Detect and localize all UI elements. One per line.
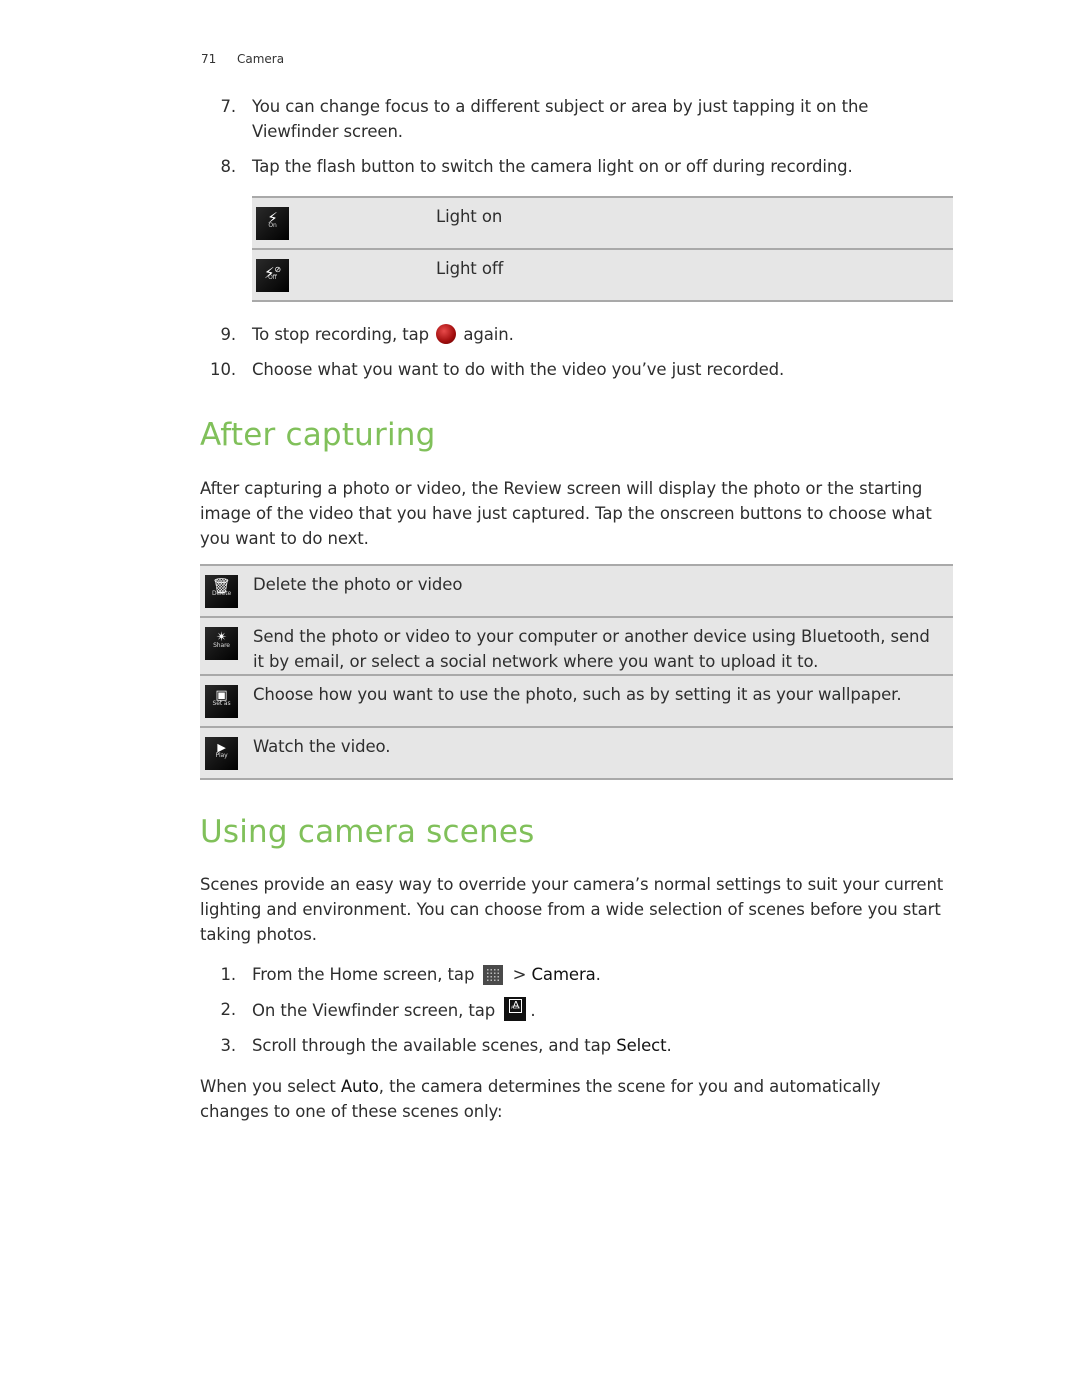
step-number: 7. xyxy=(220,97,236,116)
page-number: 71 xyxy=(201,52,217,66)
step-text: again. xyxy=(463,325,514,344)
all-apps-icon xyxy=(483,965,504,985)
table-row: 🗑︎ Delete Delete the photo or video xyxy=(200,565,953,617)
step-9: 9. To stop recording, tap again. xyxy=(200,322,960,347)
step-text: Choose what you want to do with the vide… xyxy=(252,360,785,379)
scene-step-3: 3. Scroll through the available scenes, … xyxy=(200,1033,960,1058)
ui-term-auto: Auto xyxy=(340,1077,379,1096)
play-icon: ▶︎ Play xyxy=(205,737,238,770)
action-description: Send the photo or video to your computer… xyxy=(253,627,930,671)
step-text: From the Home screen, tap xyxy=(252,965,475,984)
after-capturing-intro: After capturing a photo or video, the Re… xyxy=(200,479,932,548)
step-number: 9. xyxy=(220,325,236,344)
step-number: 3. xyxy=(220,1036,236,1055)
share-icon: ✴︎ Share xyxy=(205,627,238,660)
table-row: ▣ Set as Choose how you want to use the p… xyxy=(200,675,953,727)
action-description: Delete the photo or video xyxy=(253,575,463,594)
step-text: On the Viewfinder screen, tap xyxy=(252,1001,496,1020)
step-number: 2. xyxy=(220,1000,236,1019)
table-row: ✴︎ Share Send the photo or video to your … xyxy=(200,617,953,675)
ui-term-camera: Camera xyxy=(531,965,596,984)
step-7: 7. You can change focus to a different s… xyxy=(200,94,960,144)
record-button-icon xyxy=(436,324,457,344)
delete-icon: 🗑︎ Delete xyxy=(205,575,238,608)
step-text: Tap the flash button to switch the camer… xyxy=(252,157,853,176)
section-heading-after-capturing: After capturing xyxy=(200,417,436,453)
set-as-icon: ▣ Set as xyxy=(205,685,238,718)
step-number: 8. xyxy=(220,157,236,176)
auto-scene-icon: A Auto xyxy=(504,997,527,1021)
camera-scenes-intro: Scenes provide an easy way to override y… xyxy=(200,875,944,944)
step-number: 1. xyxy=(220,965,236,984)
review-actions-table: 🗑︎ Delete Delete the photo or video ✴︎ Sha… xyxy=(200,564,953,780)
step-text: To stop recording, tap xyxy=(252,325,430,344)
camera-scenes-outro: When you select Auto, the camera determi… xyxy=(200,1077,881,1121)
table-row: ▶︎ Play Watch the video. xyxy=(200,727,953,779)
flash-mode-table: ⚡︎ On Light on ⚡︎⊘ Off Light off xyxy=(252,196,953,302)
flash-off-icon: ⚡︎⊘ Off xyxy=(256,259,289,292)
running-header: 71 Camera xyxy=(201,52,284,66)
action-description: Choose how you want to use the photo, su… xyxy=(253,685,902,704)
step-8: 8. Tap the flash button to switch the ca… xyxy=(200,154,960,179)
step-text: You can change focus to a different subj… xyxy=(252,97,869,141)
ui-term-select: Select xyxy=(616,1036,667,1055)
flash-mode-label: Light off xyxy=(436,259,504,278)
table-row: ⚡︎⊘ Off Light off xyxy=(252,249,953,301)
chapter-title: Camera xyxy=(237,52,285,66)
flash-on-icon: ⚡︎ On xyxy=(256,207,289,240)
step-text: > xyxy=(512,965,532,984)
section-heading-camera-scenes: Using camera scenes xyxy=(200,814,535,850)
step-number: 10. xyxy=(210,360,236,379)
scene-step-2: 2. On the Viewfinder screen, tap A Auto. xyxy=(200,997,960,1022)
flash-mode-label: Light on xyxy=(436,207,503,226)
scene-step-1: 1. From the Home screen, tap > Camera. xyxy=(200,962,960,987)
step-text: Scroll through the available scenes, and… xyxy=(252,1036,617,1055)
action-description: Watch the video. xyxy=(253,737,391,756)
step-10: 10. Choose what you want to do with the … xyxy=(200,357,960,382)
table-row: ⚡︎ On Light on xyxy=(252,197,953,249)
